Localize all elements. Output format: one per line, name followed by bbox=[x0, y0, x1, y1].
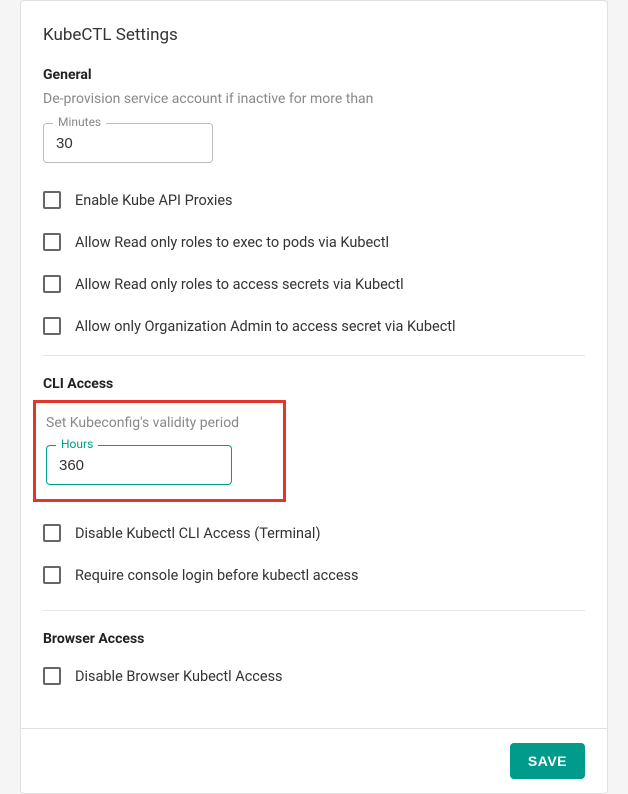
divider bbox=[43, 610, 585, 611]
save-button[interactable]: SAVE bbox=[510, 743, 585, 779]
divider bbox=[43, 355, 585, 356]
checkbox-enable-proxies-label: Enable Kube API Proxies bbox=[75, 192, 233, 209]
minutes-field-label: Minutes bbox=[53, 115, 106, 129]
section-browser-label: Browser Access bbox=[43, 631, 585, 647]
hours-input[interactable] bbox=[46, 445, 232, 485]
checkbox-readonly-secrets-label: Allow Read only roles to access secrets … bbox=[75, 276, 404, 293]
checkbox-disable-cli[interactable] bbox=[43, 524, 61, 542]
hours-field-label: Hours bbox=[56, 437, 98, 451]
section-general-sub: De-provision service account if inactive… bbox=[43, 91, 585, 107]
section-general-label: General bbox=[43, 67, 585, 83]
highlight-box: Set Kubeconfig's validity period Hours bbox=[33, 400, 286, 502]
checkbox-require-console-login[interactable] bbox=[43, 566, 61, 584]
page-title: KubeCTL Settings bbox=[43, 25, 585, 45]
checkbox-orgadmin-secret-label: Allow only Organization Admin to access … bbox=[75, 318, 456, 335]
checkbox-require-console-login-label: Require console login before kubectl acc… bbox=[75, 567, 359, 584]
checkbox-disable-browser-label: Disable Browser Kubectl Access bbox=[75, 668, 283, 685]
minutes-input[interactable] bbox=[43, 123, 213, 163]
section-cli-sub: Set Kubeconfig's validity period bbox=[46, 415, 271, 431]
checkbox-readonly-exec[interactable] bbox=[43, 233, 61, 251]
checkbox-readonly-secrets[interactable] bbox=[43, 275, 61, 293]
checkbox-disable-browser[interactable] bbox=[43, 667, 61, 685]
checkbox-enable-proxies[interactable] bbox=[43, 191, 61, 209]
checkbox-orgadmin-secret[interactable] bbox=[43, 317, 61, 335]
checkbox-disable-cli-label: Disable Kubectl CLI Access (Terminal) bbox=[75, 525, 321, 542]
checkbox-readonly-exec-label: Allow Read only roles to exec to pods vi… bbox=[75, 234, 389, 251]
section-cli-label: CLI Access bbox=[43, 376, 585, 392]
